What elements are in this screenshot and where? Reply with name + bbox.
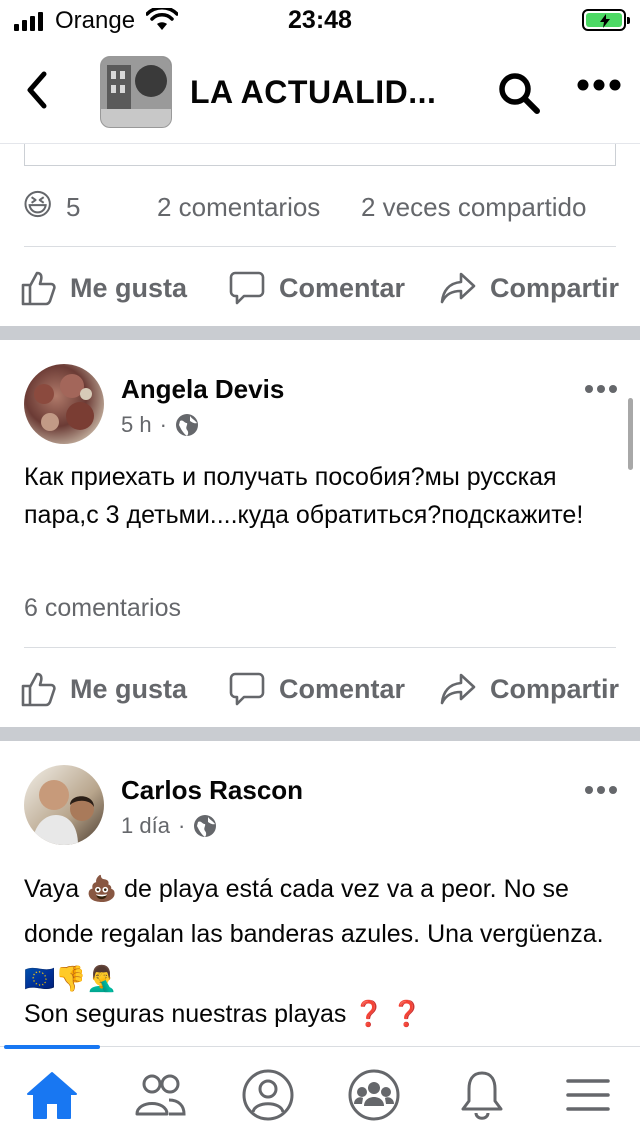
status-bar: Orange 23:48: [0, 0, 640, 40]
post-actions: Me gusta Comentar Compartir: [0, 260, 640, 316]
post-text-line: Son seguras nuestras playas ❓ ❓: [24, 1000, 423, 1028]
more-horizontal-icon[interactable]: [584, 384, 618, 394]
meta-separator: ·: [159, 412, 167, 437]
active-tab-indicator: [4, 1045, 100, 1049]
comment-count[interactable]: 6 comentarios: [24, 594, 181, 623]
page-header: LA ACTUALID...: [0, 40, 640, 144]
share-icon: [440, 272, 476, 304]
share-label: Compartir: [490, 673, 620, 704]
scrollbar[interactable]: [628, 398, 633, 470]
notifications-icon[interactable]: [454, 1067, 510, 1123]
post-text: Vaya 💩 de playa está cada vez va a peor.…: [24, 875, 604, 993]
post-meta: 1 día ·: [121, 813, 217, 839]
post-time[interactable]: 1 día: [121, 813, 170, 839]
comment-icon: [229, 271, 265, 305]
page-title[interactable]: LA ACTUALID...: [190, 74, 436, 111]
reaction-count[interactable]: 5: [66, 192, 80, 223]
like-label: Me gusta: [70, 673, 188, 704]
status-time: 23:48: [288, 6, 352, 34]
like-label: Me gusta: [70, 272, 188, 303]
more-horizontal-icon[interactable]: [584, 785, 618, 795]
meta-separator: ·: [177, 813, 186, 838]
author-avatar[interactable]: [24, 364, 104, 444]
link-preview-card[interactable]: [24, 144, 616, 166]
profile-icon[interactable]: [240, 1067, 296, 1123]
post-meta: 5 h ·: [121, 412, 199, 438]
share-button[interactable]: Compartir: [440, 260, 619, 316]
post-time[interactable]: 5 h: [121, 412, 152, 438]
haha-reaction-icon[interactable]: 😆: [22, 188, 53, 223]
share-icon: [440, 673, 476, 705]
more-horizontal-icon[interactable]: [576, 78, 622, 92]
post-separator: [0, 326, 640, 340]
share-count[interactable]: 2 veces compartido: [361, 192, 586, 223]
page-avatar[interactable]: [100, 56, 172, 128]
comment-count[interactable]: 2 comentarios: [157, 192, 320, 223]
post-text: Как приехать и получать пособия?мы русск…: [24, 463, 584, 529]
post-stats: 😆 5 2 comentarios 2 veces compartido: [0, 186, 640, 230]
share-label: Compartir: [490, 272, 620, 303]
groups-icon[interactable]: [346, 1067, 402, 1123]
globe-icon: [175, 414, 198, 436]
post-actions: Me gusta Comentar Compartir: [0, 661, 640, 717]
author-name[interactable]: Angela Devis: [121, 374, 284, 405]
post-separator: [0, 727, 640, 741]
home-icon[interactable]: [24, 1067, 80, 1123]
author-avatar[interactable]: [24, 765, 104, 845]
friends-icon[interactable]: [132, 1067, 188, 1123]
search-icon[interactable]: [496, 70, 542, 116]
comment-button[interactable]: Comentar: [229, 661, 405, 717]
like-button[interactable]: Me gusta: [20, 661, 187, 717]
bottom-tab-bar: [0, 1045, 640, 1136]
share-button[interactable]: Compartir: [440, 661, 619, 717]
comment-icon: [229, 672, 265, 706]
thumbs-up-icon: [21, 672, 56, 707]
battery-icon: [582, 9, 630, 31]
divider: [24, 647, 616, 648]
divider: [24, 246, 616, 247]
comment-label: Comentar: [279, 673, 406, 704]
chevron-left-icon[interactable]: [22, 70, 54, 110]
comment-label: Comentar: [279, 272, 406, 303]
menu-icon[interactable]: [560, 1067, 616, 1123]
like-button[interactable]: Me gusta: [20, 260, 187, 316]
thumbs-up-icon: [21, 271, 56, 306]
author-name[interactable]: Carlos Rascon: [121, 775, 303, 806]
comment-button[interactable]: Comentar: [229, 260, 405, 316]
globe-icon: [194, 815, 217, 837]
